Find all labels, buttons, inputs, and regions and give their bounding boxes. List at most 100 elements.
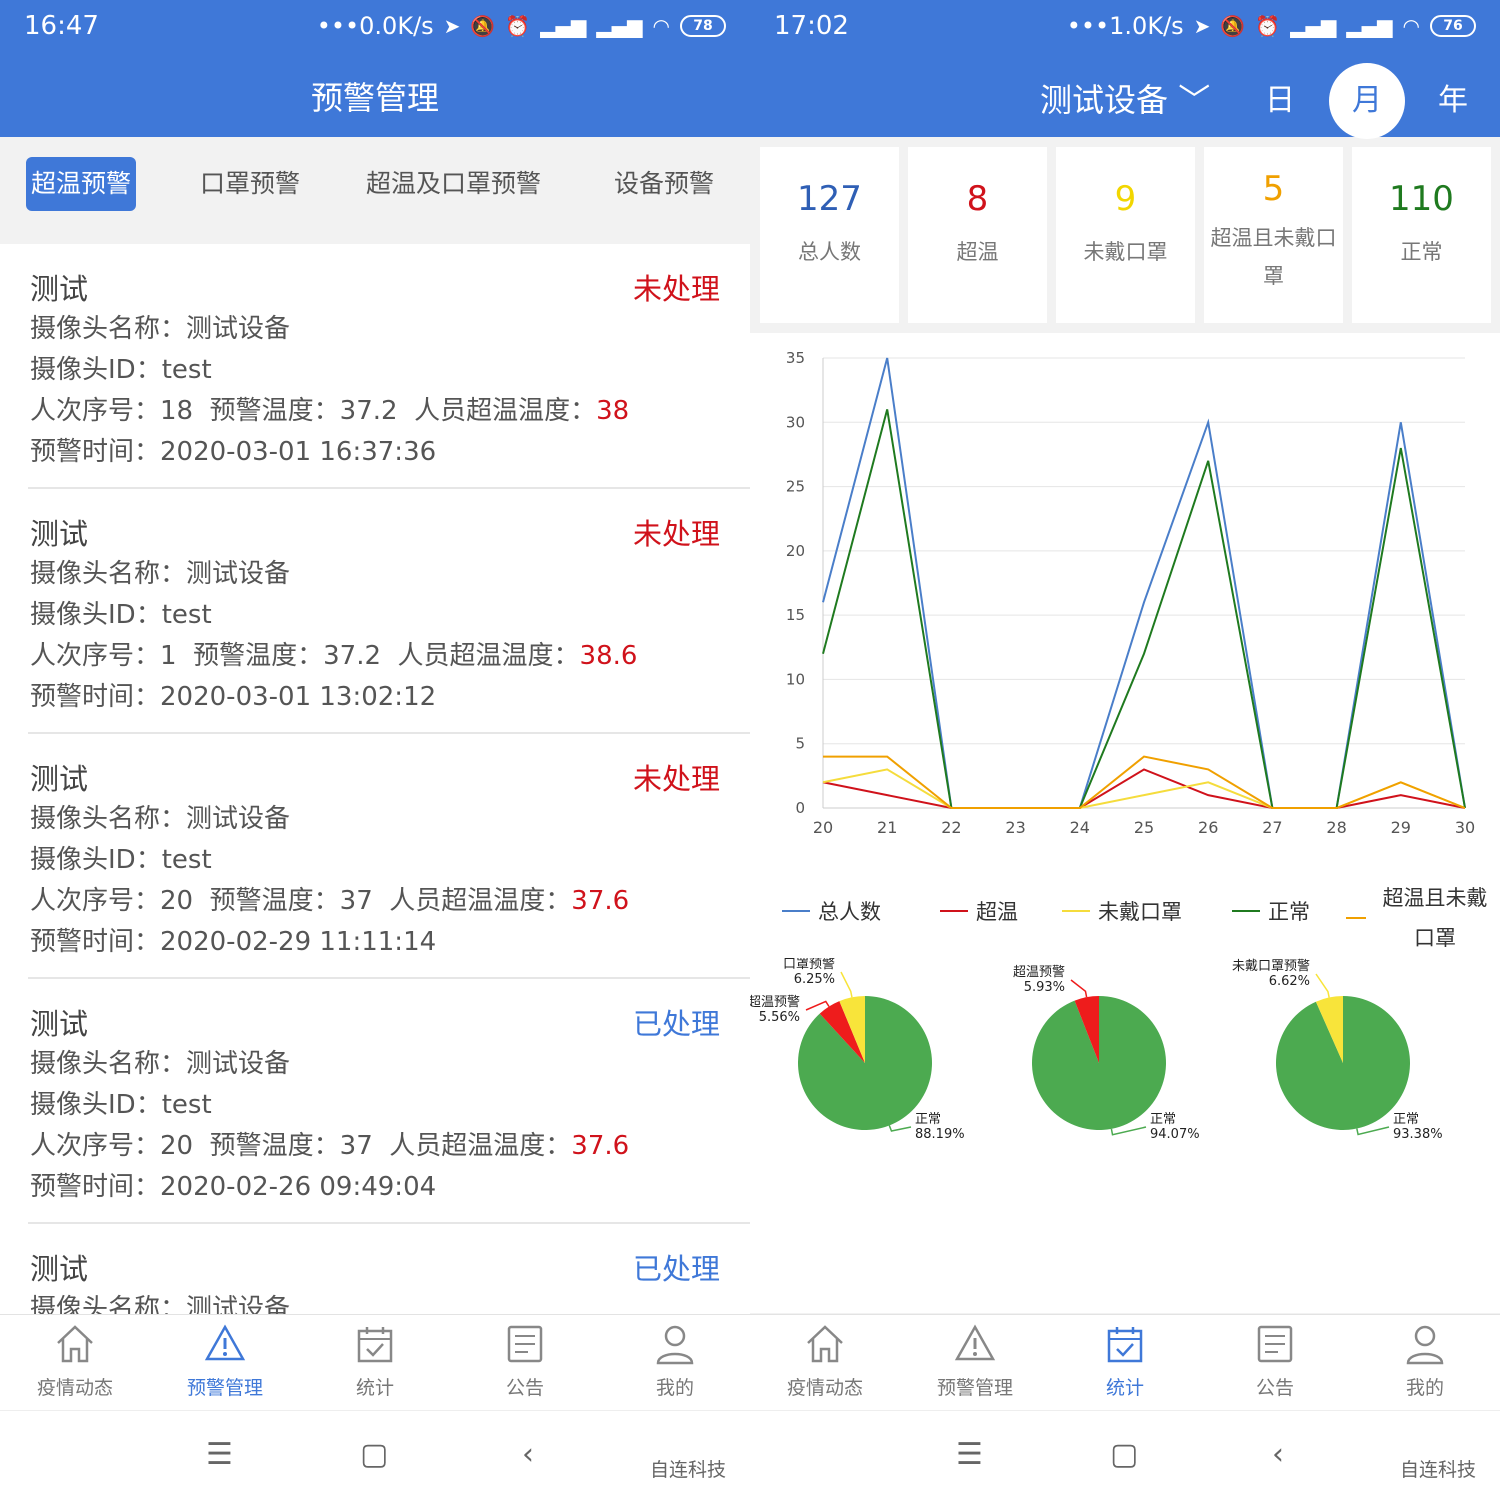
mute-icon: 🔕 (470, 14, 496, 38)
y-tick-label: 5 (795, 735, 805, 753)
card-value: 5 (1262, 169, 1285, 209)
y-tick-label: 0 (795, 799, 805, 817)
tab-alert-management[interactable]: 预警管理 (900, 1315, 1050, 1411)
signal-icon: ▂▄▆ (1346, 14, 1393, 38)
pie-slice-value: 93.38% (1393, 1127, 1443, 1142)
tab-epidemic[interactable]: 疫情动态 (0, 1315, 150, 1411)
alert-status: 已处理 (632, 1007, 720, 1041)
alert-title: 测试 (30, 1007, 89, 1041)
pie-leader-line (1315, 973, 1330, 998)
camera-name-line: 摄像头名称：测试设备 (30, 1294, 291, 1314)
tab-announcement[interactable]: 公告 (450, 1315, 600, 1411)
camera-id-line: 摄像头ID：test (30, 355, 212, 385)
device-select[interactable]: 测试设备 ﹀ (1040, 75, 1210, 121)
summary-cards: 127 总人数 8 超温 9 未戴口罩 5 超温且未戴口罩 110 正常 (760, 147, 1500, 323)
x-tick-label: 20 (813, 818, 833, 837)
tab-device[interactable]: 设备预警 (609, 157, 719, 211)
home-icon (57, 1325, 93, 1363)
legend-item-no-mask[interactable]: 未戴口罩 (1062, 896, 1182, 926)
period-day[interactable]: 日 (1242, 63, 1318, 139)
calendar-check-icon (1107, 1327, 1143, 1363)
tab-over-temp-and-mask[interactable]: 超温及口罩预警 (361, 157, 546, 211)
home-icon (807, 1325, 843, 1363)
legend-item-normal[interactable]: 正常 (1232, 896, 1310, 926)
tab-alert-management[interactable]: 预警管理 (150, 1315, 300, 1411)
watermark: 自连科技 (1399, 1459, 1476, 1481)
period-month[interactable]: 月 (1329, 63, 1405, 139)
tab-over-temp[interactable]: 超温预警 (26, 157, 137, 211)
tab-statistics[interactable]: 统计 (1050, 1315, 1200, 1411)
line-chart: 0 5 10 15 20 25 30 35 20 21 22 23 24 25 26 27 28 29 30 (786, 349, 1475, 837)
alert-item[interactable]: 测试 未处理 摄像头名称：测试设备 摄像头ID：test 人次序号：1 预警温度… (28, 489, 750, 734)
app-header: 预警管理 (0, 55, 750, 137)
pie-slice-label: 超温预警 (1013, 964, 1065, 980)
pie-leader-line (888, 1125, 912, 1132)
location-icon: ➤ (443, 14, 461, 38)
app-header: 测试设备 ﹀ 日 月 年 (750, 55, 1500, 139)
battery-icon: 76 (1430, 15, 1476, 37)
tab-mask[interactable]: 口罩预警 (195, 157, 305, 211)
alert-item[interactable]: 测试 未处理 摄像头名称：测试设备 摄像头ID：test 人次序号：18 预警温… (28, 244, 750, 489)
card-normal: 110 正常 (1352, 147, 1491, 323)
pie-leader-line (1110, 1126, 1147, 1136)
alert-title: 测试 (30, 1252, 89, 1286)
alarm-icon: ⏰ (1255, 14, 1281, 38)
legend-item-total[interactable]: 总人数 (782, 896, 881, 926)
watermark: 自连科技 (649, 1459, 726, 1481)
wifi-icon: ◠ (652, 14, 670, 38)
camera-name-line: 摄像头名称：测试设备 (30, 314, 291, 344)
legend-swatch (782, 910, 810, 912)
pie-charts: 正常88.19%超温预警5.56%口罩预警6.25%正常94.07%超温预警5.… (750, 958, 1443, 1142)
signal-icon: ▂▄▆ (540, 14, 587, 38)
tab-statistics[interactable]: 统计 (300, 1315, 450, 1411)
signal-icon: ▂▄▆ (1290, 14, 1337, 38)
signal-icon: ▂▄▆ (596, 14, 643, 38)
x-tick-label: 25 (1134, 818, 1154, 837)
tab-epidemic[interactable]: 疫情动态 (750, 1315, 900, 1411)
series-line-超温且未戴口罩 (823, 755, 1466, 809)
tab-mine[interactable]: 我的 (600, 1315, 750, 1411)
status-time: 16:47 (24, 11, 99, 41)
menu-icon[interactable]: ☰ (206, 1437, 233, 1472)
alert-management-screen: 16:47 •••0.0K/s ➤ 🔕 ⏰ ▂▄▆ ▂▄▆ ◠ 78 预警管理 … (0, 0, 750, 1500)
period-year[interactable]: 年 (1415, 63, 1491, 139)
pie-slice-value: 5.56% (759, 1010, 800, 1025)
bottom-tab-bar: 疫情动态 预警管理 统计 公告 我的 (750, 1314, 1500, 1410)
statistics-screen: 17:02 •••1.0K/s ➤ 🔕 ⏰ ▂▄▆ ▂▄▆ ◠ 76 测试设备 … (750, 0, 1500, 1500)
home-button-icon[interactable]: ▢ (1110, 1437, 1138, 1472)
pie-leader-line (840, 971, 853, 998)
alert-time-line: 预警时间：2020-03-01 13:02:12 (30, 682, 437, 712)
temperature-line: 人次序号：18 预警温度：37.2 人员超温温度：38 (30, 396, 630, 426)
pie-slice-value: 6.62% (1269, 974, 1310, 989)
pie-slice-label: 口罩预警 (783, 958, 835, 972)
card-over-temp-no-mask: 5 超温且未戴口罩 (1204, 147, 1343, 323)
chart-area: 0 5 10 15 20 25 30 35 20 21 22 23 24 25 26 27 28 29 30 总人数… (750, 333, 1500, 1313)
x-tick-label: 27 (1262, 818, 1282, 837)
alert-status: 未处理 (632, 272, 720, 306)
series-line-总人数 (822, 357, 1466, 809)
back-icon[interactable]: ‹ (1272, 1437, 1284, 1472)
alert-item[interactable]: 测试 已处理 摄像头名称：测试设备 (28, 1224, 750, 1314)
legend-swatch (1232, 910, 1260, 912)
back-icon[interactable]: ‹ (522, 1437, 534, 1472)
status-bar: 17:02 •••1.0K/s ➤ 🔕 ⏰ ▂▄▆ ▂▄▆ ◠ 76 (750, 0, 1500, 55)
tab-mine[interactable]: 我的 (1350, 1315, 1500, 1411)
alert-time-line: 预警时间：2020-02-29 11:11:14 (30, 927, 437, 957)
card-label: 总人数 (798, 240, 861, 264)
card-label: 未戴口罩 (1083, 240, 1168, 264)
camera-name-line: 摄像头名称：测试设备 (30, 1049, 291, 1079)
y-tick-label: 25 (786, 478, 805, 496)
card-value: 8 (966, 179, 989, 219)
legend-item-over-temp[interactable]: 超温 (940, 896, 1018, 926)
camera-id-line: 摄像头ID：test (30, 600, 212, 630)
warning-icon (954, 1324, 996, 1361)
tab-announcement[interactable]: 公告 (1200, 1315, 1350, 1411)
alert-status: 已处理 (632, 1252, 720, 1286)
legend-item-over-temp-no-mask[interactable]: 超温且未戴口罩 (1346, 878, 1496, 958)
alert-item[interactable]: 测试 未处理 摄像头名称：测试设备 摄像头ID：test 人次序号：20 预警温… (28, 734, 750, 979)
alert-item[interactable]: 测试 已处理 摄像头名称：测试设备 摄像头ID：test 人次序号：20 预警温… (28, 979, 750, 1224)
alert-title: 测试 (30, 272, 89, 306)
home-button-icon[interactable]: ▢ (360, 1437, 388, 1472)
menu-icon[interactable]: ☰ (956, 1437, 983, 1472)
x-tick-label: 24 (1070, 818, 1090, 837)
